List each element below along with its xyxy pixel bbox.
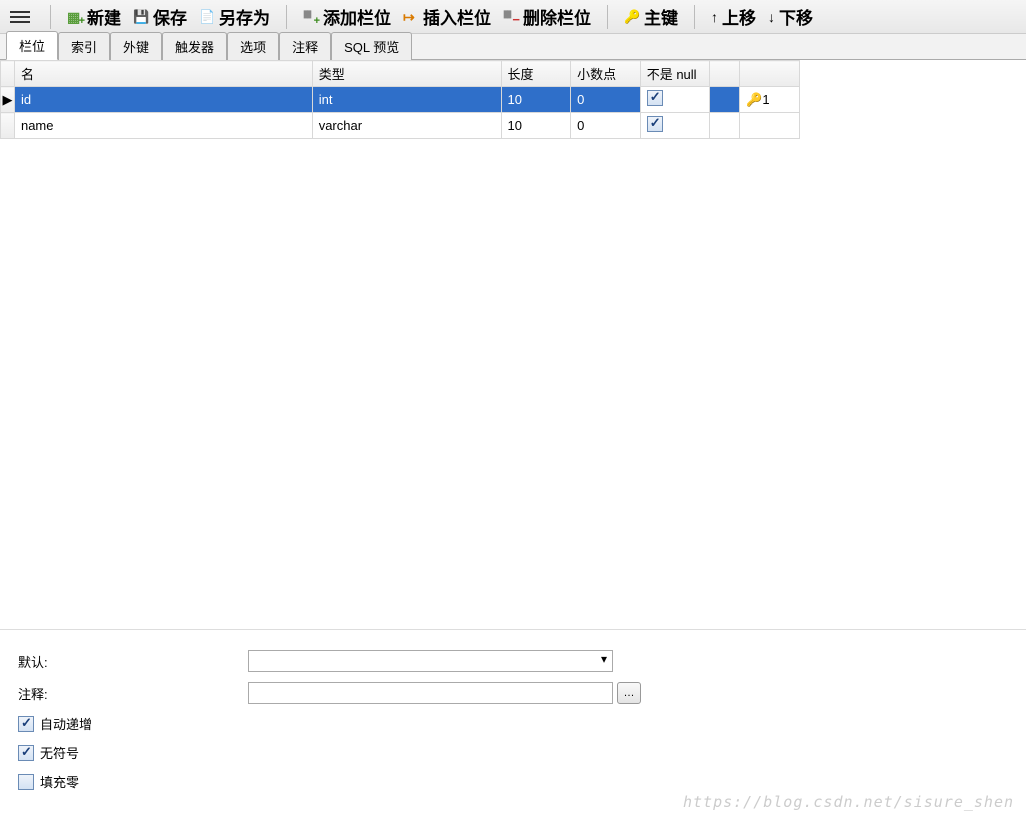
add-field-button[interactable]: 添加栏位 xyxy=(297,2,397,31)
move-up-button[interactable]: ↑ 上移 xyxy=(705,2,762,31)
saveas-label: 另存为 xyxy=(219,4,270,29)
comment-input[interactable] xyxy=(248,682,613,704)
separator xyxy=(286,5,287,29)
tab-6[interactable]: SQL 预览 xyxy=(331,32,412,60)
delete-field-label: 删除栏位 xyxy=(523,4,591,29)
primary-key-label: 主键 xyxy=(644,4,678,29)
add-field-icon xyxy=(303,9,319,25)
key-icon: 🔑 xyxy=(746,92,762,107)
table-row[interactable]: ▶idint100 🔑1 xyxy=(1,87,800,113)
insert-field-icon xyxy=(403,9,419,25)
default-select[interactable] xyxy=(248,650,613,672)
cell-name[interactable]: name xyxy=(14,113,312,139)
cell-notnull[interactable] xyxy=(640,113,710,139)
move-up-label: 上移 xyxy=(722,4,756,29)
separator xyxy=(607,5,608,29)
save-button[interactable]: 保存 xyxy=(127,2,193,31)
tab-2[interactable]: 外键 xyxy=(110,32,162,60)
new-label: 新建 xyxy=(87,4,121,29)
auto-increment-checkbox[interactable] xyxy=(18,716,34,732)
cell-extra xyxy=(710,87,740,113)
fields-grid-area: 名 类型 长度 小数点 不是 null ▶idint100🔑1namevarch… xyxy=(0,60,1026,630)
delete-field-icon xyxy=(503,9,519,25)
col-header-extra xyxy=(710,61,740,87)
zerofill-label: 填充零 xyxy=(40,772,79,791)
cell-key[interactable] xyxy=(740,113,800,139)
tab-0[interactable]: 栏位 xyxy=(6,31,58,60)
save-label: 保存 xyxy=(153,4,187,29)
tab-3[interactable]: 触发器 xyxy=(162,32,227,60)
main-toolbar: 新建 保存 另存为 添加栏位 插入栏位 删除栏位 主键 ↑ xyxy=(0,0,1026,34)
col-header-decimals[interactable]: 小数点 xyxy=(571,61,641,87)
unsigned-checkbox[interactable] xyxy=(18,745,34,761)
arrow-up-icon: ↑ xyxy=(711,9,718,25)
row-marker xyxy=(1,113,15,139)
cell-decimals[interactable]: 0 xyxy=(571,113,641,139)
cell-name[interactable]: id xyxy=(14,87,312,113)
save-icon xyxy=(133,9,149,25)
table-row[interactable]: namevarchar100 xyxy=(1,113,800,139)
notnull-checkbox[interactable] xyxy=(647,116,663,132)
arrow-down-icon: ↓ xyxy=(768,9,775,25)
col-header-notnull[interactable]: 不是 null xyxy=(640,61,710,87)
zerofill-checkbox[interactable] xyxy=(18,774,34,790)
delete-field-button[interactable]: 删除栏位 xyxy=(497,2,597,31)
cell-notnull[interactable] xyxy=(640,87,710,113)
auto-increment-label: 自动递增 xyxy=(40,714,92,733)
row-marker: ▶ xyxy=(1,87,15,113)
key-icon xyxy=(624,9,640,25)
saveas-icon xyxy=(199,9,215,25)
tab-bar: 栏位索引外键触发器选项注释SQL 预览 xyxy=(0,34,1026,60)
row-header-blank xyxy=(1,61,15,87)
cell-decimals[interactable]: 0 xyxy=(571,87,641,113)
cell-length[interactable]: 10 xyxy=(501,87,571,113)
default-label: 默认: xyxy=(18,652,248,671)
separator xyxy=(50,5,51,29)
add-field-label: 添加栏位 xyxy=(323,4,391,29)
watermark: https://blog.csdn.net/sisure_shen xyxy=(683,793,1014,811)
saveas-button[interactable]: 另存为 xyxy=(193,2,276,31)
move-down-button[interactable]: ↓ 下移 xyxy=(762,2,819,31)
tab-1[interactable]: 索引 xyxy=(58,32,110,60)
cell-type[interactable]: varchar xyxy=(312,113,501,139)
separator xyxy=(694,5,695,29)
col-header-key xyxy=(740,61,800,87)
insert-field-label: 插入栏位 xyxy=(423,4,491,29)
fields-table: 名 类型 长度 小数点 不是 null ▶idint100🔑1namevarch… xyxy=(0,60,800,139)
cell-extra xyxy=(710,113,740,139)
menu-icon[interactable] xyxy=(10,11,30,23)
unsigned-label: 无符号 xyxy=(40,743,79,762)
cell-type[interactable]: int xyxy=(312,87,501,113)
tab-5[interactable]: 注释 xyxy=(279,32,331,60)
new-icon xyxy=(67,9,83,25)
comment-label: 注释: xyxy=(18,684,248,703)
move-down-label: 下移 xyxy=(779,4,813,29)
col-header-length[interactable]: 长度 xyxy=(501,61,571,87)
insert-field-button[interactable]: 插入栏位 xyxy=(397,2,497,31)
comment-more-button[interactable]: … xyxy=(617,682,641,704)
cell-key[interactable]: 🔑1 xyxy=(740,87,800,113)
primary-key-button[interactable]: 主键 xyxy=(618,2,684,31)
tab-4[interactable]: 选项 xyxy=(227,32,279,60)
cell-length[interactable]: 10 xyxy=(501,113,571,139)
notnull-checkbox[interactable] xyxy=(647,90,663,106)
col-header-type[interactable]: 类型 xyxy=(312,61,501,87)
new-button[interactable]: 新建 xyxy=(61,2,127,31)
col-header-name[interactable]: 名 xyxy=(14,61,312,87)
